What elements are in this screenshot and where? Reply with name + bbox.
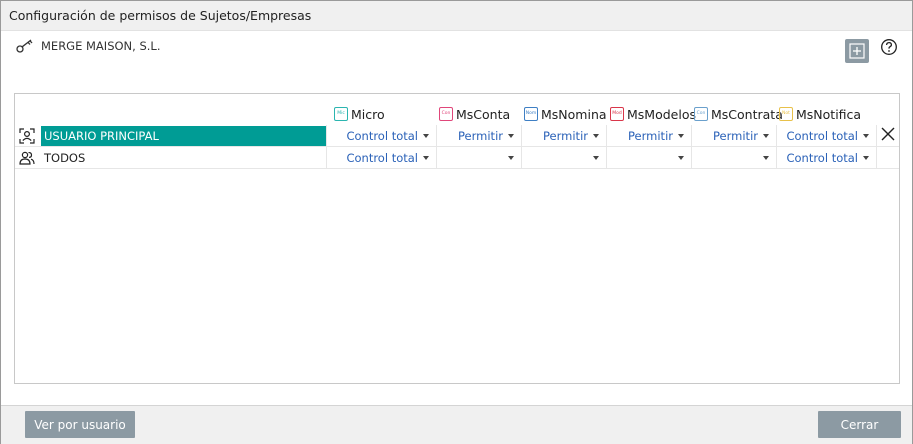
permission-dropdown-msmodelos[interactable] [606,147,691,168]
column-header-msconta: Con MsConta [439,106,510,122]
permission-value: Control total [786,151,858,165]
dialog-footer: Ver por usuario Cerrar [1,405,912,444]
chevron-down-icon [423,156,429,160]
chevron-down-icon [763,134,769,138]
chevron-down-icon [678,134,684,138]
permission-value: Control total [346,129,418,143]
chevron-down-icon [863,156,869,160]
msnomina-app-icon: Nom [524,107,538,121]
column-label: MsContrata [711,106,783,122]
column-header-msnomina: Nom MsNomina [524,106,607,122]
permission-value: Control total [786,129,858,143]
row-name[interactable]: TODOS [41,148,85,168]
chevron-down-icon [508,156,514,160]
chevron-down-icon [593,134,599,138]
company-name: MERGE MAISON, S.L. [41,39,161,53]
row-name[interactable]: USUARIO PRINCIPAL [41,126,326,146]
permission-dropdown-msnomina[interactable] [521,147,606,168]
chevron-down-icon [763,156,769,160]
msconta-app-icon: Con [439,107,453,121]
column-header-msnotifica: Not MsNotifica [779,106,861,122]
column-header-micro: Mic Micro [334,106,385,122]
chevron-down-icon [508,134,514,138]
close-button[interactable]: Cerrar [818,411,901,438]
permission-value: Permitir [458,129,503,143]
window-title: Configuración de permisos de Sujetos/Emp… [9,8,312,23]
permission-dropdown-micro[interactable]: Control total [326,147,436,168]
company-header: MERGE MAISON, S.L. [15,37,160,55]
permission-dropdown-msmodelos[interactable]: Permitir [606,125,691,146]
permission-dropdown-msconta[interactable]: Permitir [436,125,521,146]
micro-app-icon: Mic [334,107,348,121]
column-header-mscontrata: Con MsContrata [694,106,783,122]
mscontrata-app-icon: Con [694,107,708,121]
permission-dropdown-mscontrata[interactable] [691,147,776,168]
msnotifica-app-icon: Not [779,107,793,121]
title-bar: Configuración de permisos de Sujetos/Emp… [1,1,912,31]
permission-value: Permitir [713,129,758,143]
permission-dropdown-micro[interactable]: Control total [326,125,436,146]
user-scan-icon [19,128,35,144]
msmodelos-app-icon: Mod [610,107,624,121]
chevron-down-icon [678,156,684,160]
chevron-down-icon [423,134,429,138]
permissions-dialog: Configuración de permisos de Sujetos/Emp… [0,0,913,444]
users-group-icon [19,151,35,165]
chevron-down-icon [593,156,599,160]
permission-value: Permitir [628,129,673,143]
column-label: Micro [351,106,385,122]
close-icon[interactable] [880,126,896,142]
permission-dropdown-msnomina[interactable]: Permitir [521,125,606,146]
column-label: MsNomina [541,106,607,122]
column-header-msmodelos: Mod MsModelos [610,106,696,122]
key-icon [16,39,33,53]
plus-square-icon [849,43,865,59]
view-by-user-button[interactable]: Ver por usuario [25,411,135,438]
permission-dropdown-msnotifica[interactable]: Control total [776,125,876,146]
column-label: MsNotifica [796,106,862,122]
table-row[interactable]: TODOS Control total Control total [15,147,899,169]
table-row[interactable]: USUARIO PRINCIPAL Control total Permitir… [15,125,899,147]
permission-dropdown-msnotifica[interactable]: Control total [776,147,876,168]
permission-value: Permitir [543,129,588,143]
add-button[interactable] [845,39,869,63]
column-label: MsConta [456,106,511,122]
help-circle-icon[interactable] [880,38,898,56]
chevron-down-icon [863,134,869,138]
permission-value: Control total [346,151,418,165]
permissions-grid: Mic Micro Con MsConta Nom MsNomina Mod M… [14,93,900,384]
permission-dropdown-msconta[interactable] [436,147,521,168]
row-action-cell [876,147,899,168]
column-label: MsModelos [627,106,696,122]
permission-dropdown-mscontrata[interactable]: Permitir [691,125,776,146]
